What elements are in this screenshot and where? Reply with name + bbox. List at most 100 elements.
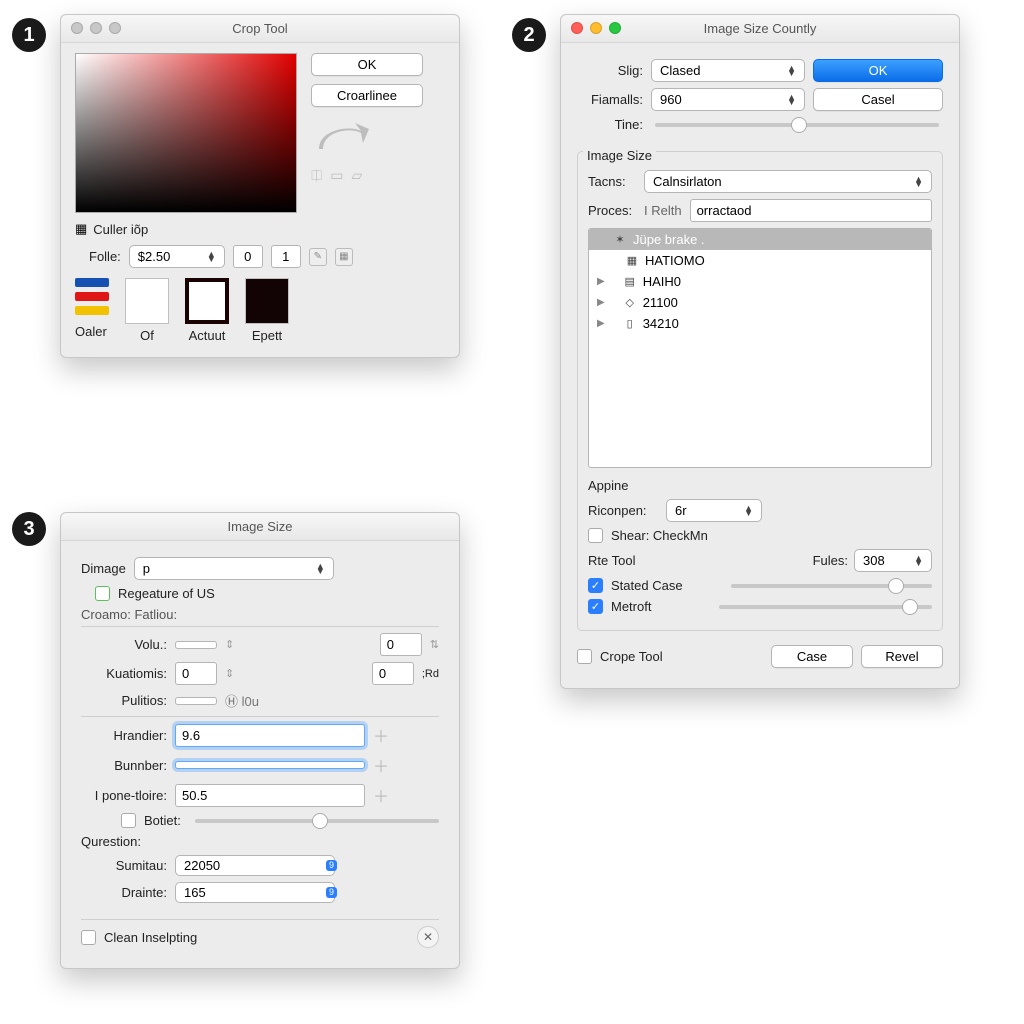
tree-row[interactable]: ▶ ▤ HAIH0 (589, 271, 931, 292)
proces-readonly: I Relth (644, 203, 682, 218)
riconpen-select[interactable]: 6r ▲▼ (666, 499, 762, 522)
proces-input[interactable]: orractaod (690, 199, 932, 222)
fiamalls-select[interactable]: 960 ▲▼ (651, 88, 805, 111)
dimage-select[interactable]: p ▲▼ (134, 557, 334, 580)
shear-label: Shear: CheckMn (611, 528, 708, 543)
hierarchy-tree[interactable]: ✶ Jüpe brake . ▦ HATIOMO ▶ ▤ HAIH0 ▶ (588, 228, 932, 468)
swatch-icon: ▦ (75, 221, 87, 237)
hrandier-label: Hrandier: (81, 728, 167, 743)
qurestion-label: Qurestion: (81, 834, 439, 849)
botiet-checkbox[interactable] (121, 813, 136, 828)
hrandier-input[interactable]: 9.6 (175, 724, 365, 747)
botiet-slider[interactable] (195, 819, 439, 823)
num-input-1[interactable]: 1 (271, 245, 301, 268)
pulitios-input[interactable] (175, 697, 217, 705)
zoom-dot[interactable] (109, 22, 121, 34)
tine-slider[interactable] (655, 123, 939, 127)
swatch-actuut[interactable] (185, 278, 229, 324)
window-title: Image Size (227, 519, 292, 534)
zoom-dot[interactable] (609, 22, 621, 34)
color-bar-blue[interactable] (75, 278, 109, 287)
disclosure-triangle-icon[interactable]: ▶ (597, 276, 605, 287)
ipone-input[interactable]: 50.5 (175, 784, 365, 807)
close-icon[interactable]: ✕ (417, 926, 439, 948)
plus-icon[interactable]: ＋ (373, 723, 389, 747)
crope-tool-label: Crope Tool (600, 649, 663, 664)
crope-tool-checkbox[interactable] (577, 649, 592, 664)
sumitau-value: 22050 (184, 858, 220, 873)
disclosure-triangle-icon[interactable]: ▶ (597, 318, 605, 329)
drainte-label: Drainte: (81, 885, 167, 900)
kuatiomis-input-b[interactable]: 0 (372, 662, 414, 685)
slig-value: Clased (660, 63, 700, 78)
croamo-label: Croamo: Fatliou: (81, 607, 439, 622)
folle-label: Folle: (89, 249, 121, 264)
plus-icon[interactable]: ＋ (373, 753, 389, 777)
fiamalls-label: Fiamalls: (577, 92, 643, 107)
redo-arrow-icon[interactable] (311, 115, 375, 159)
minimize-dot[interactable] (90, 22, 102, 34)
revel-button[interactable]: Revel (861, 645, 943, 668)
regeature-checkbox[interactable] (95, 586, 110, 601)
folle-select[interactable]: $2.50 ▲▼ (129, 245, 225, 268)
color-gradient-picker[interactable] (75, 53, 297, 213)
tool-icon-a[interactable]: ⎅ (311, 167, 322, 184)
stated-case-slider[interactable] (731, 584, 932, 588)
clean-inselpting-checkbox[interactable] (81, 930, 96, 945)
minimize-dot[interactable] (590, 22, 602, 34)
close-dot[interactable] (71, 22, 83, 34)
num-input-0[interactable]: 0 (233, 245, 263, 268)
tool-icon-c[interactable]: ⏥ (351, 167, 362, 184)
tree-row[interactable]: ▦ HATIOMO (589, 250, 931, 271)
disclosure-triangle-icon[interactable]: ▶ (597, 297, 605, 308)
swatch-epett[interactable] (245, 278, 289, 324)
croarlinee-button[interactable]: Croarlinee (311, 84, 423, 107)
volu-input-b[interactable]: 0 (380, 633, 422, 656)
color-bar-red[interactable] (75, 292, 109, 301)
swatch-epett-label: Epett (252, 328, 282, 343)
stated-case-label: Stated Case (611, 578, 683, 593)
tree-row[interactable]: ✶ Jüpe brake . (589, 229, 931, 250)
stated-case-checkbox[interactable]: ✓ (588, 578, 603, 593)
slig-select[interactable]: Clased ▲▼ (651, 59, 805, 82)
ok-button[interactable]: OK (311, 53, 423, 76)
metroft-checkbox[interactable]: ✓ (588, 599, 603, 614)
metroft-label: Metroft (611, 599, 651, 614)
tool-icon-b[interactable]: ▭ (330, 167, 343, 184)
link-icon[interactable]: ⇕ (225, 638, 234, 651)
panel-image-size-countly: Image Size Countly Slig: Clased ▲▼ OK Fi… (560, 14, 960, 689)
panel-image-size: Image Size Dimage p ▲▼ Regeature of US C… (60, 512, 460, 969)
tree-label: 21100 (643, 295, 678, 310)
metroft-slider[interactable] (719, 605, 932, 609)
tree-row[interactable]: ▶ ◇ 21100 (589, 292, 931, 313)
chevron-updown-icon: ▲▼ (914, 556, 923, 566)
kuatiomis-input-a[interactable]: 0 (175, 662, 217, 685)
volu-input-a[interactable] (175, 641, 217, 649)
fules-value: 308 (863, 553, 885, 568)
chevron-updown-icon: 9 (326, 887, 337, 898)
volu-label: Volu.: (81, 637, 167, 652)
shear-checkbox[interactable] (588, 528, 603, 543)
grid-icon[interactable]: ▦ (335, 248, 353, 266)
grid-icon: ▦ (625, 254, 639, 268)
close-dot[interactable] (571, 22, 583, 34)
casel-button[interactable]: Casel (813, 88, 943, 111)
stepper-icon[interactable]: ⇅ (430, 638, 439, 651)
sumitau-select[interactable]: 22050 9 (175, 855, 335, 876)
oaler-label: Oaler (75, 324, 109, 339)
bunnber-input[interactable] (175, 761, 365, 769)
color-bar-yellow[interactable] (75, 306, 109, 315)
fules-stepper[interactable]: 308 ▲▼ (854, 549, 932, 572)
drainte-select[interactable]: 165 9 (175, 882, 335, 903)
plus-icon[interactable]: ＋ (373, 783, 389, 807)
chevron-updown-icon: ▲▼ (207, 252, 216, 262)
swatch-of-label: Of (140, 328, 154, 343)
swatch-of[interactable] (125, 278, 169, 324)
window-title: Image Size Countly (704, 21, 817, 36)
case-button[interactable]: Case (771, 645, 853, 668)
link-icon[interactable]: ⇕ (225, 667, 234, 680)
eyedropper-icon[interactable]: ✎ (309, 248, 327, 266)
tacns-select[interactable]: Calnsirlaton ▲▼ (644, 170, 932, 193)
ok-button[interactable]: OK (813, 59, 943, 82)
tree-row[interactable]: ▶ ▯ 34210 (589, 313, 931, 334)
